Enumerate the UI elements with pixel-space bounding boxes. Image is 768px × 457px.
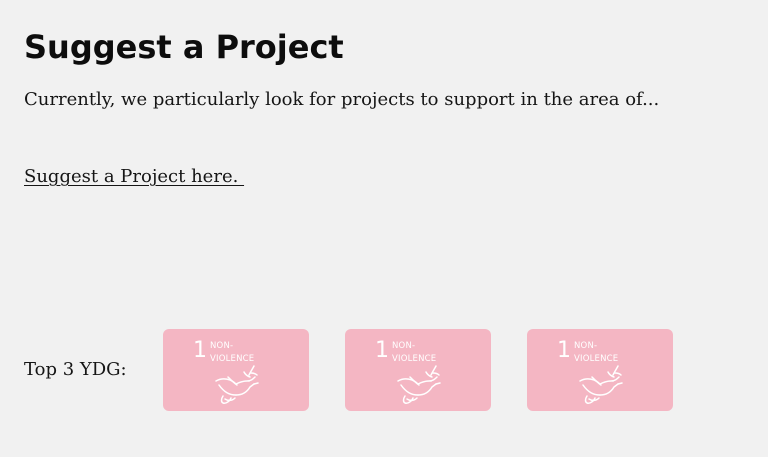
ydg-card-3[interactable]: 1 NON- VIOLENCE (527, 329, 673, 411)
intro-text: Currently, we particularly look for proj… (24, 89, 660, 110)
dove-icon (579, 365, 623, 404)
ydg-card-number: 1 (557, 338, 571, 363)
page-title: Suggest a Project (24, 28, 344, 66)
ydg-card-title: NON- VIOLENCE (210, 341, 255, 364)
dove-icon (397, 365, 441, 404)
ydg-card-title: NON- VIOLENCE (392, 341, 437, 364)
ydg-card-2[interactable]: 1 NON- VIOLENCE (345, 329, 491, 411)
top-ydg-label: Top 3 YDG: (24, 359, 127, 380)
suggest-project-link[interactable]: Suggest a Project here. (24, 164, 244, 190)
ydg-card-number: 1 (375, 338, 389, 363)
ydg-card-title: NON- VIOLENCE (574, 341, 619, 364)
ydg-card-1[interactable]: 1 NON- VIOLENCE (163, 329, 309, 411)
dove-icon (215, 365, 259, 404)
ydg-card-number: 1 (193, 338, 207, 363)
